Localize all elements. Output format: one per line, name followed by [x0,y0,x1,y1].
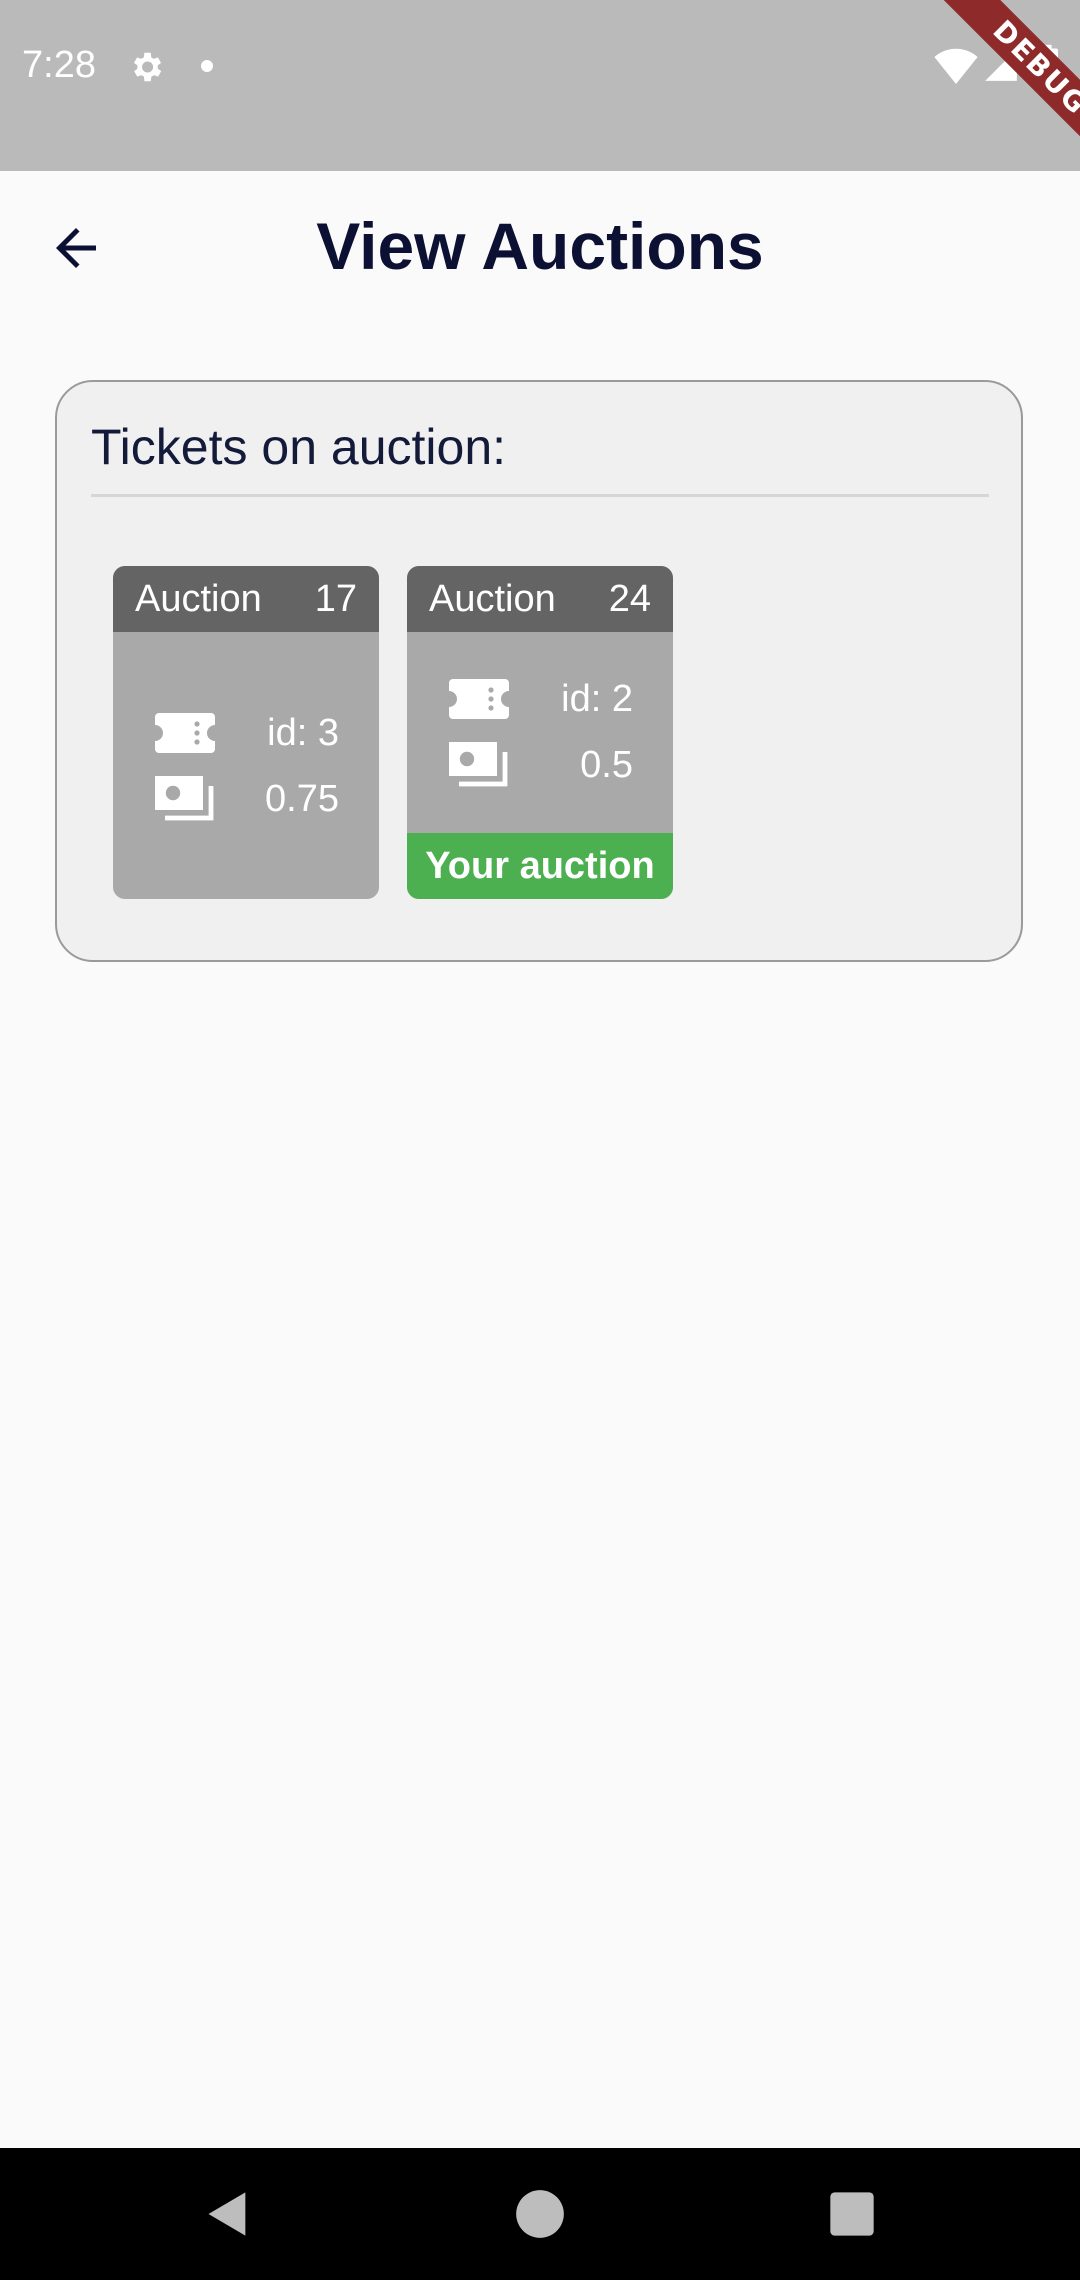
ticket-icon [449,679,509,719]
auction-card-header: Auction 24 [407,566,673,632]
your-auction-badge: Your auction [407,833,673,899]
gear-icon [133,52,162,82]
ticket-id: id: 2 [561,677,633,720]
wifi-icon [934,48,978,84]
auction-price: 0.75 [265,777,339,820]
system-nav-bar [0,2148,1080,2280]
auction-label: Auction [429,577,556,620]
nav-home-icon[interactable] [514,2188,566,2240]
auction-label: Auction [135,577,262,620]
debug-banner: DEBUG [926,0,1080,171]
nav-recents-icon[interactable] [826,2188,878,2240]
price-row: 0.5 [449,740,633,790]
page-title: View Auctions [316,209,764,283]
auction-panel: Tickets on auction: Auction 17 id: 3 0.7… [55,380,1023,962]
auction-price: 0.5 [580,743,633,786]
auction-card-header: Auction 17 [113,566,379,632]
status-bar: 7:28 DEBUG [0,0,1080,171]
panel-heading: Tickets on auction: [91,419,507,475]
auction-card[interactable]: Auction 17 id: 3 0.75 [113,566,379,899]
nav-back-icon[interactable] [202,2188,254,2240]
ticket-icon [155,713,215,753]
ticket-id-row: id: 2 [449,674,633,724]
status-time: 7:28 [22,44,96,86]
panel-divider [91,494,989,497]
ticket-id-row: id: 3 [155,708,339,758]
price-row: 0.75 [155,774,339,824]
money-icon [155,776,214,821]
ticket-id: id: 3 [267,711,339,754]
auction-card[interactable]: Auction 24 id: 2 0.5 Your auction [407,566,673,899]
money-icon [449,742,508,787]
auction-number: 17 [314,577,357,620]
auction-number: 24 [608,577,651,620]
notification-dot-icon [201,60,213,72]
